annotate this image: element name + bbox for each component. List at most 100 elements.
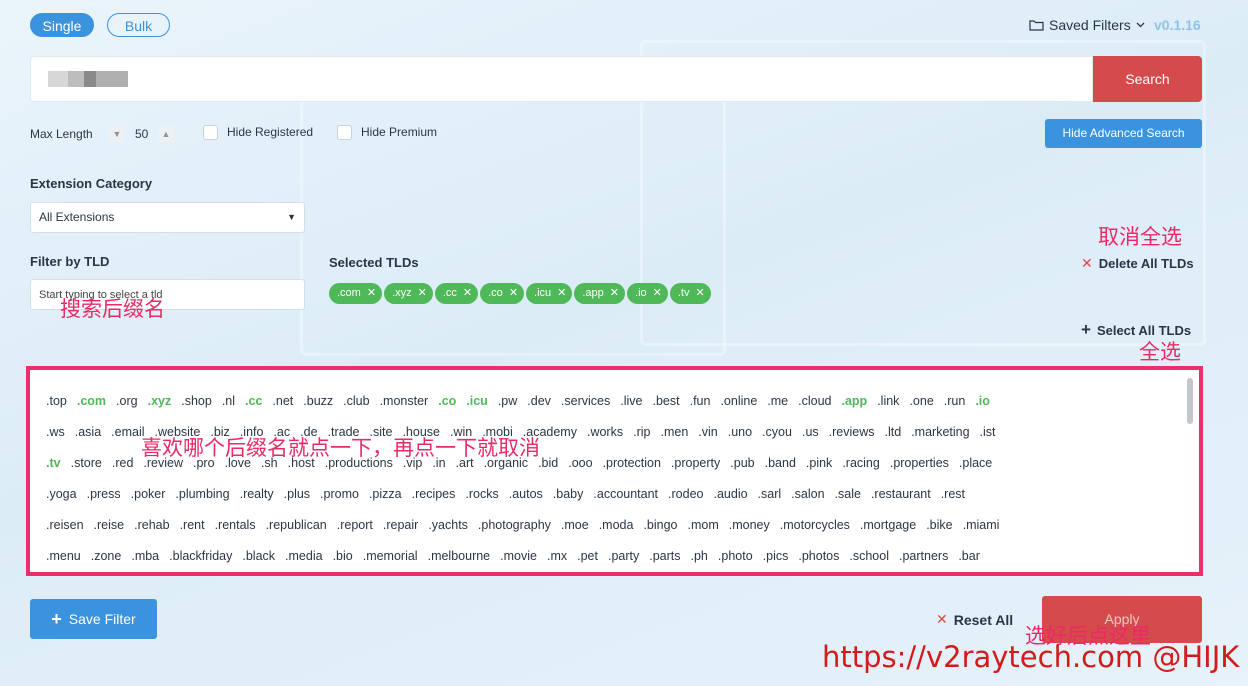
tld-item[interactable]: .best <box>652 394 679 425</box>
scrollbar-track[interactable] <box>1187 374 1197 564</box>
tld-item[interactable]: .rest <box>941 487 965 518</box>
tld-item[interactable]: .run <box>944 394 966 425</box>
tld-item[interactable]: .cloud <box>798 394 831 425</box>
tld-item[interactable]: .pw <box>498 394 517 425</box>
tld-item[interactable]: .sale <box>835 487 861 518</box>
tld-item[interactable]: .miami <box>963 518 1000 549</box>
tld-item[interactable]: .band <box>765 456 796 487</box>
tld-item[interactable]: .one <box>909 394 933 425</box>
tld-item[interactable]: .ph <box>691 549 708 580</box>
max-length-value[interactable]: 50 <box>135 127 148 141</box>
tld-item[interactable]: .menu <box>46 549 81 580</box>
tld-item[interactable]: .movie <box>500 549 537 580</box>
selected-tld-chip[interactable]: .co ✕ <box>480 283 525 304</box>
tld-item[interactable]: .autos <box>509 487 543 518</box>
decrement-icon[interactable]: ▼ <box>109 126 125 142</box>
tld-item[interactable]: .blackfriday <box>169 549 232 580</box>
tld-item[interactable]: .rip <box>633 425 650 456</box>
tld-item[interactable]: .ooo <box>568 456 592 487</box>
remove-chip-icon[interactable]: ✕ <box>610 283 619 304</box>
tld-item[interactable]: .press <box>87 487 121 518</box>
tld-item[interactable]: .party <box>608 549 639 580</box>
tld-item[interactable]: .repair <box>383 518 418 549</box>
tld-item[interactable]: .net <box>272 394 293 425</box>
increment-icon[interactable]: ▲ <box>158 126 174 142</box>
domain-search-input[interactable] <box>30 56 1093 102</box>
selected-tld-chip[interactable]: .cc ✕ <box>434 283 479 304</box>
tld-item[interactable]: .place <box>959 456 992 487</box>
tld-item[interactable]: .buzz <box>303 394 333 425</box>
tld-item[interactable]: .xyz <box>148 394 172 425</box>
tld-item[interactable]: .marketing <box>911 425 969 456</box>
search-button[interactable]: Search <box>1093 56 1202 102</box>
tld-item[interactable]: .yoga <box>46 487 77 518</box>
tld-item[interactable]: .shop <box>181 394 212 425</box>
tld-item[interactable]: .link <box>877 394 899 425</box>
tld-item[interactable]: .works <box>587 425 623 456</box>
tld-item[interactable]: .mortgage <box>860 518 916 549</box>
tld-item[interactable]: .club <box>343 394 369 425</box>
tld-item[interactable]: .promo <box>320 487 359 518</box>
tld-item[interactable]: .ltd <box>885 425 902 456</box>
tld-item[interactable]: .nl <box>222 394 235 425</box>
tld-item[interactable]: .salon <box>791 487 824 518</box>
tld-item[interactable]: .baby <box>553 487 584 518</box>
tld-item[interactable]: .rentals <box>215 518 256 549</box>
tld-item[interactable]: .fun <box>690 394 711 425</box>
tld-item[interactable]: .moda <box>599 518 634 549</box>
tld-item[interactable]: .plus <box>284 487 310 518</box>
tld-item[interactable]: .email <box>111 425 144 456</box>
delete-all-tlds-button[interactable]: ✕ Delete All TLDs <box>1081 255 1194 272</box>
remove-chip-icon[interactable]: ✕ <box>509 283 518 304</box>
tld-item[interactable]: .icu <box>466 394 488 425</box>
tld-item[interactable]: .photos <box>798 549 839 580</box>
tld-item[interactable]: .top <box>46 394 67 425</box>
selected-tld-chip[interactable]: .icu ✕ <box>526 283 573 304</box>
tld-item[interactable]: .report <box>337 518 373 549</box>
tld-item[interactable]: .restaurant <box>871 487 931 518</box>
remove-chip-icon[interactable]: ✕ <box>463 283 472 304</box>
tld-item[interactable]: .ws <box>46 425 65 456</box>
tld-item[interactable]: .vin <box>698 425 717 456</box>
tld-item[interactable]: .bike <box>926 518 952 549</box>
tld-item[interactable]: .black <box>242 549 275 580</box>
tld-item[interactable]: .properties <box>890 456 949 487</box>
tld-item[interactable]: .plumbing <box>175 487 229 518</box>
tld-item[interactable]: .mom <box>688 518 719 549</box>
bulk-mode-button[interactable]: Bulk <box>107 13 170 37</box>
saved-filters-dropdown[interactable]: Saved Filters <box>1029 17 1145 33</box>
selected-tld-chip[interactable]: .tv ✕ <box>669 283 711 304</box>
tld-item[interactable]: .melbourne <box>428 549 491 580</box>
tld-item[interactable]: .racing <box>842 456 880 487</box>
tld-item[interactable]: .bar <box>958 549 980 580</box>
tld-item[interactable]: .sarl <box>758 487 782 518</box>
tld-item[interactable]: .reviews <box>829 425 875 456</box>
tld-item[interactable]: .online <box>720 394 757 425</box>
tld-item[interactable]: .realty <box>240 487 274 518</box>
tld-item[interactable]: .pink <box>806 456 832 487</box>
tld-item[interactable]: .pics <box>763 549 789 580</box>
tld-item[interactable]: .org <box>116 394 138 425</box>
tld-item[interactable]: .motorcycles <box>780 518 850 549</box>
tld-item[interactable]: .bio <box>333 549 353 580</box>
tld-item[interactable]: .tv <box>46 456 61 487</box>
hide-registered-checkbox[interactable] <box>203 125 218 140</box>
tld-item[interactable]: .rodeo <box>668 487 703 518</box>
tld-item[interactable]: .parts <box>649 549 680 580</box>
reset-all-button[interactable]: ✕ Reset All <box>936 611 1013 628</box>
tld-item[interactable]: .photography <box>478 518 551 549</box>
tld-item[interactable]: .dev <box>527 394 551 425</box>
remove-chip-icon[interactable]: ✕ <box>653 283 662 304</box>
tld-item[interactable]: .protection <box>603 456 661 487</box>
hide-premium-checkbox[interactable] <box>337 125 352 140</box>
tld-item[interactable]: .red <box>112 456 134 487</box>
tld-item[interactable]: .media <box>285 549 323 580</box>
tld-item[interactable]: .pizza <box>369 487 402 518</box>
tld-item[interactable]: .pub <box>730 456 754 487</box>
extension-category-select[interactable]: All Extensions ▼ <box>30 202 305 233</box>
remove-chip-icon[interactable]: ✕ <box>557 283 566 304</box>
tld-item[interactable]: .yachts <box>428 518 468 549</box>
selected-tld-chip[interactable]: .app ✕ <box>574 283 626 304</box>
tld-item[interactable]: .accountant <box>593 487 658 518</box>
tld-item[interactable]: .io <box>975 394 990 425</box>
